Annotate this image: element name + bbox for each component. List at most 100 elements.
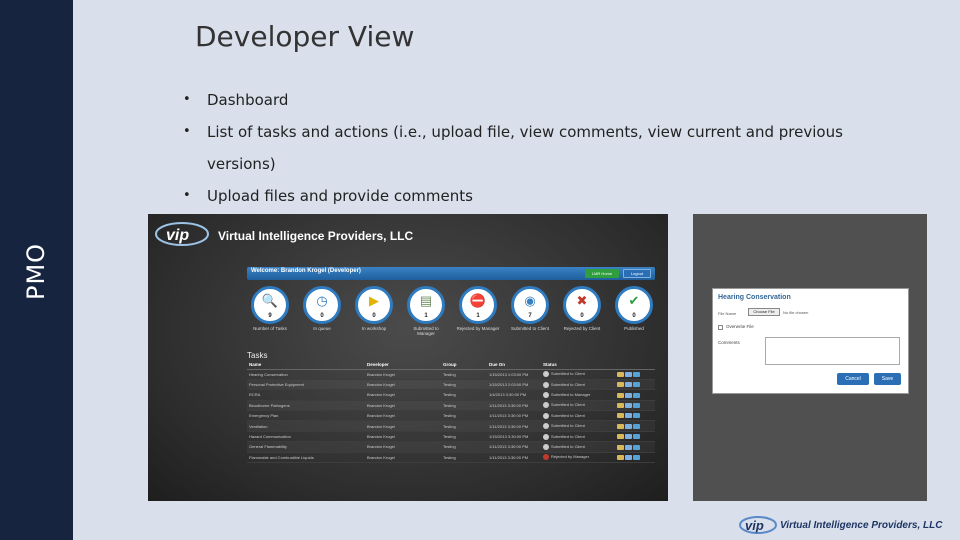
cell-due: 1/11/2013 3:30:00 PM	[487, 441, 541, 453]
column-header[interactable]: Name	[247, 360, 365, 370]
welcome-bar: Welcome: Brandon Krogel (Developer) LMR …	[247, 267, 655, 280]
stat-submitted-to-manager[interactable]: ▤ 1 Submitted to Manager	[404, 286, 448, 336]
table-row[interactable]: General Flammability Brandon Krogel Testin…	[247, 441, 655, 453]
table-row[interactable]: Hazard Communication Brandon Krogel Testin…	[247, 431, 655, 443]
table-row[interactable]: Bloodborne Pathogens Brandon Krogel Testin…	[247, 400, 655, 412]
welcome-text: Welcome: Brandon Krogel (Developer)	[251, 268, 361, 274]
stat-rejected-by-manager[interactable]: ⛔ 1 Rejected by Manager	[456, 286, 500, 331]
comment-icon[interactable]	[625, 444, 632, 450]
cell-group: Testing	[441, 410, 487, 422]
svg-text:vip: vip	[166, 227, 189, 244]
versions-icon[interactable]	[633, 434, 640, 440]
comment-icon[interactable]	[625, 434, 632, 440]
tasks-title: Tasks	[247, 351, 268, 360]
column-header[interactable]: Developer	[365, 360, 441, 370]
folder-icon[interactable]	[617, 413, 624, 419]
logout-button[interactable]: Logout	[623, 269, 651, 278]
bullet-text: Dashboard	[207, 91, 289, 109]
versions-icon[interactable]	[633, 371, 640, 377]
stat-count: 1	[424, 313, 428, 319]
folder-icon[interactable]	[617, 403, 624, 409]
bullet-item: • Dashboard	[183, 84, 883, 116]
sidebar-label: PMO	[22, 242, 50, 300]
check-icon: ✔	[628, 293, 640, 308]
stat-label: Number of Tasks	[253, 326, 287, 331]
versions-icon[interactable]	[633, 423, 640, 429]
cell-name: Emergency Plan	[247, 410, 365, 422]
folder-icon[interactable]	[617, 455, 624, 461]
lmr-home-button[interactable]: LMR Home	[585, 269, 619, 278]
column-header[interactable]: Status	[541, 360, 615, 370]
stat-count: 0	[632, 313, 636, 319]
stat-submitted-to-client[interactable]: ◉ 7 Submitted to Client	[508, 286, 552, 331]
cell-actions	[615, 431, 655, 443]
cell-status: Submitted to Manager	[541, 389, 615, 401]
cell-name: Bloodborne Pathogens	[247, 400, 365, 412]
column-header[interactable]: Due On	[487, 360, 541, 370]
magnifier-icon: 🔍	[261, 293, 279, 308]
status-text: Submitted to Client	[551, 371, 585, 377]
cell-actions	[615, 400, 655, 412]
table-row[interactable]: Hearing Conservation Brandon Krogel Testin…	[247, 369, 655, 380]
cancel-button[interactable]: Cancel	[837, 373, 869, 385]
stat-rejected-by-client[interactable]: ✖ 0 Rejected by Client	[560, 286, 604, 331]
cell-status: Submitted to Client	[541, 410, 615, 422]
tasks-table: Name Developer Group Due On Status Heari…	[247, 360, 655, 464]
comments-textarea[interactable]	[765, 337, 900, 365]
folder-icon[interactable]	[617, 434, 624, 440]
cell-status: Submitted to Client	[541, 379, 615, 391]
cell-due: 1/11/2013 3:30:00 PM	[487, 452, 541, 464]
slide-title: Developer View	[195, 20, 415, 53]
cell-group: Testing	[441, 431, 487, 443]
versions-icon[interactable]	[633, 392, 640, 398]
cell-group: Testing	[441, 441, 487, 453]
cell-name: Flammable and Combustible Liquids	[247, 452, 365, 464]
versions-icon[interactable]	[633, 444, 640, 450]
comment-icon[interactable]	[625, 413, 632, 419]
comment-icon[interactable]	[625, 392, 632, 398]
svg-text:vip: vip	[745, 518, 764, 533]
cell-group: Testing	[441, 452, 487, 464]
cell-name: Hazard Communication	[247, 431, 365, 443]
cell-developer: Brandon Krogel	[365, 379, 441, 391]
table-row[interactable]: Personal Protective Equipment Brandon Kro…	[247, 379, 655, 391]
folder-icon[interactable]	[617, 423, 624, 429]
cell-name: Hearing Conservation	[247, 369, 365, 380]
choose-file-button[interactable]: Choose File	[748, 308, 780, 316]
table-row[interactable]: RCRA Brandon Krogel Testing 1/4/2013 3:30:0…	[247, 389, 655, 401]
save-button[interactable]: Save	[874, 373, 901, 385]
stat-label: Submitted to Client	[510, 326, 550, 331]
column-header[interactable]: Group	[441, 360, 487, 370]
stat-count: 0	[320, 313, 324, 319]
table-row[interactable]: Ventilation Brandon Krogel Testing 1/11/201…	[247, 420, 655, 432]
stat-in-queue[interactable]: ◷ 0 In queue	[300, 286, 344, 331]
folder-icon[interactable]	[617, 382, 624, 388]
stat-in-workshop[interactable]: ▶ 0 In workshop	[352, 286, 396, 331]
comment-icon[interactable]	[625, 455, 632, 461]
status-text: Rejected by Manager	[551, 454, 590, 460]
versions-icon[interactable]	[633, 403, 640, 409]
cell-actions	[615, 369, 655, 380]
comment-icon[interactable]	[625, 403, 632, 409]
clock-icon: ◷	[316, 293, 328, 308]
comment-icon[interactable]	[625, 371, 632, 377]
folder-icon[interactable]	[617, 444, 624, 450]
status-icon	[543, 391, 549, 398]
cell-developer: Brandon Krogel	[365, 452, 441, 464]
versions-icon[interactable]	[633, 382, 640, 388]
comment-icon[interactable]	[625, 382, 632, 388]
folder-icon[interactable]	[617, 392, 624, 398]
table-row[interactable]: Emergency Plan Brandon Krogel Testing 1/11/…	[247, 410, 655, 422]
versions-icon[interactable]	[633, 413, 640, 419]
stat-number-of-tasks[interactable]: 🔍 9 Number of Tasks	[248, 286, 292, 331]
table-row[interactable]: Flammable and Combustible Liquids Brandon…	[247, 452, 655, 464]
status-icon	[543, 433, 549, 440]
comment-icon[interactable]	[625, 423, 632, 429]
versions-icon[interactable]	[633, 455, 640, 461]
cell-due: 1/11/2013 3:30:00 PM	[487, 420, 541, 432]
folder-icon[interactable]	[617, 371, 624, 377]
stat-count: 7	[528, 313, 532, 319]
stat-published[interactable]: ✔ 0 Published	[612, 286, 656, 331]
status-icon	[543, 454, 549, 461]
overwrite-checkbox[interactable]	[718, 325, 723, 330]
